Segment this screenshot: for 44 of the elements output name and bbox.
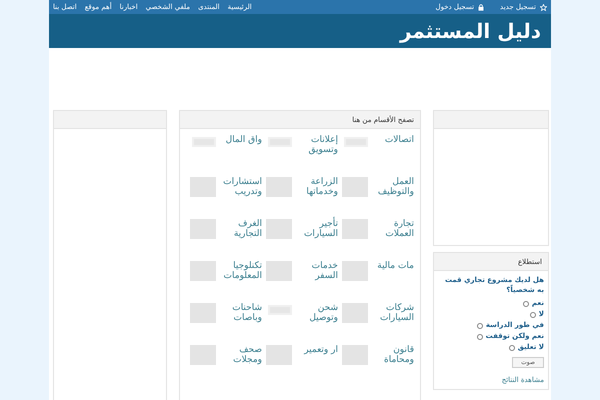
category-link[interactable]: خدمات السفر <box>296 261 338 281</box>
category-thumbnail <box>342 219 368 239</box>
category-link[interactable]: اتصالات <box>372 135 414 145</box>
category-thumbnail <box>190 177 216 197</box>
category-link[interactable]: تكنلوجيا المعلومات <box>220 261 262 281</box>
radio-button[interactable] <box>530 312 536 318</box>
category-link[interactable]: شركات السيارات <box>372 303 414 323</box>
radio-button[interactable] <box>476 334 483 340</box>
category-link[interactable]: الزراعة وخدماتها <box>296 177 338 197</box>
category-thumbnail <box>342 303 368 323</box>
category-thumbnail <box>190 303 216 323</box>
category-thumbnail <box>342 345 368 365</box>
category-link[interactable]: تجارة العملات <box>372 219 414 239</box>
site-logo[interactable]: دليل المستثمر <box>400 19 541 43</box>
category-thumbnail <box>190 261 216 281</box>
radio-button[interactable] <box>508 344 515 350</box>
category-link[interactable]: قانون ومحاماة <box>372 345 414 365</box>
category-link[interactable]: واق المال <box>220 135 262 145</box>
category-link[interactable]: ار وتعمير <box>296 345 338 355</box>
category-link[interactable]: تأجير السيارات <box>296 219 338 239</box>
lock-icon <box>478 4 484 10</box>
category-thumbnail <box>266 261 292 281</box>
radio-button[interactable] <box>476 322 483 328</box>
category-thumbnail <box>192 137 216 147</box>
category-link[interactable]: الغرف التجارية <box>220 219 262 239</box>
category-thumbnail <box>342 261 368 281</box>
category-link[interactable]: استشارات وتدريب <box>220 177 262 197</box>
category-link[interactable]: إعلانات وتسويق <box>296 135 338 155</box>
category-thumbnail <box>342 177 368 197</box>
category-thumbnail <box>266 345 292 365</box>
category-thumbnail <box>190 345 216 365</box>
category-thumbnail <box>266 177 292 197</box>
category-link[interactable]: شاحنات وباصات <box>220 303 262 323</box>
category-thumbnail <box>268 137 292 147</box>
category-thumbnail <box>266 219 292 239</box>
category-thumbnail <box>344 137 368 147</box>
radio-button[interactable] <box>522 300 529 306</box>
category-link[interactable]: صحف ومجلات <box>220 345 262 365</box>
category-thumbnail <box>190 219 216 239</box>
star-icon <box>540 4 547 10</box>
category-link[interactable]: العمل والتوظيف <box>372 177 414 197</box>
category-thumbnail <box>268 305 292 315</box>
category-link[interactable]: شحن وتوصيل <box>296 303 338 323</box>
category-link[interactable]: مات مالية <box>372 261 414 271</box>
